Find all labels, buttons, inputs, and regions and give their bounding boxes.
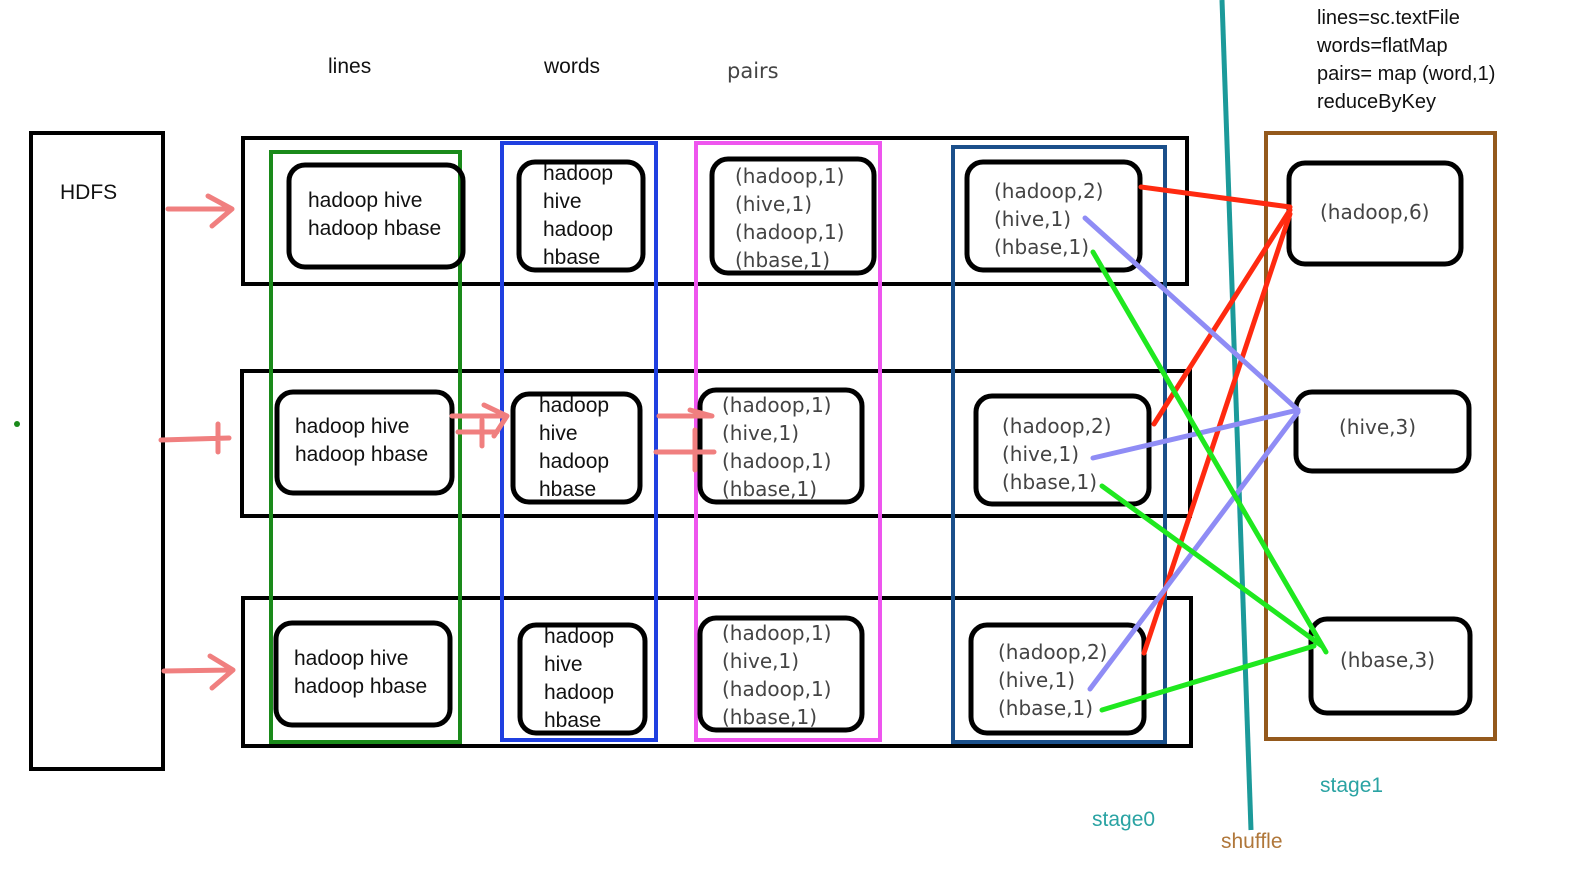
code-note-reducebykey: reduceByKey	[1317, 91, 1436, 113]
code-note-map: pairs= map (word,1)	[1317, 63, 1495, 85]
result-text-hive: (hive,3)	[1339, 415, 1416, 439]
lines-header: lines	[328, 55, 371, 78]
line-text: hadoop hive	[295, 415, 409, 438]
combined-text: (hbase,1)	[1002, 470, 1097, 494]
pair-text: (hadoop,1)	[722, 393, 831, 417]
word-text: hive	[543, 190, 582, 213]
word-text: hadoop	[543, 162, 613, 185]
stage1-label: stage1	[1320, 774, 1383, 797]
code-note-flatmap: words=flatMap	[1316, 35, 1448, 57]
marker-dot	[14, 421, 20, 427]
line-text: hadoop hbase	[294, 675, 427, 698]
lines-box-1	[286, 162, 466, 270]
combined-text: (hive,1)	[994, 207, 1071, 231]
pair-text: (hbase,1)	[735, 248, 830, 272]
word-text: hadoop	[539, 394, 609, 417]
word-text: hbase	[544, 709, 601, 732]
combined-text: (hadoop,2)	[994, 179, 1103, 203]
arrow-hdfs-partition-2	[158, 421, 232, 455]
edge-hbase-2	[1099, 483, 1325, 649]
arrow-words-pairs	[653, 407, 717, 473]
hdfs-label: HDFS	[60, 181, 117, 204]
hdfs-box	[29, 131, 165, 771]
line-text: hadoop hbase	[295, 443, 428, 466]
pair-text: (hbase,1)	[722, 705, 817, 729]
line-text: hadoop hive	[294, 647, 408, 670]
combined-text: (hbase,1)	[994, 235, 1089, 259]
shuffle-edges	[1082, 184, 1329, 713]
shuffle-line	[1219, 0, 1254, 831]
word-text: hive	[539, 422, 578, 445]
pair-text: (hive,1)	[735, 192, 812, 216]
result-text-hbase: (hbase,3)	[1340, 648, 1435, 672]
word-text: hadoop	[544, 681, 614, 704]
result-text-hadoop: (hadoop,6)	[1320, 200, 1429, 224]
combined-text: (hive,1)	[998, 668, 1075, 692]
word-text: hadoop	[544, 625, 614, 648]
edge-hbase-3	[1099, 643, 1317, 713]
pairs-header: pairs	[727, 59, 779, 83]
pair-text: (hive,1)	[722, 421, 799, 445]
word-text: hbase	[543, 246, 600, 269]
pair-text: (hbase,1)	[722, 477, 817, 501]
pair-text: (hadoop,1)	[735, 164, 844, 188]
line-text: hadoop hive	[308, 189, 422, 212]
word-text: hadoop	[539, 450, 609, 473]
shuffle-label: shuffle	[1221, 830, 1283, 853]
word-text: hbase	[539, 478, 596, 501]
pair-text: (hadoop,1)	[735, 220, 844, 244]
lines-box-3	[273, 620, 453, 728]
word-text: hadoop	[543, 218, 613, 241]
words-header: words	[543, 55, 600, 78]
pair-text: (hadoop,1)	[722, 621, 831, 645]
combined-text: (hadoop,2)	[998, 640, 1107, 664]
stage0-label: stage0	[1092, 808, 1155, 831]
arrow-hdfs-partition-3	[161, 653, 236, 691]
line-text: hadoop hbase	[308, 217, 441, 240]
combined-text: (hbase,1)	[998, 696, 1093, 720]
arrow-hdfs-partition-1	[165, 193, 235, 229]
pair-text: (hadoop,1)	[722, 677, 831, 701]
pair-text: (hive,1)	[722, 649, 799, 673]
code-note-textfile: lines=sc.textFile	[1317, 7, 1460, 29]
word-text: hive	[544, 653, 583, 676]
pair-text: (hadoop,1)	[722, 449, 831, 473]
spark-wordcount-diagram: HDFS lines words pairs lines=sc.textFile…	[14, 0, 1497, 853]
combined-text: (hive,1)	[1002, 442, 1079, 466]
combined-text: (hadoop,2)	[1002, 414, 1111, 438]
